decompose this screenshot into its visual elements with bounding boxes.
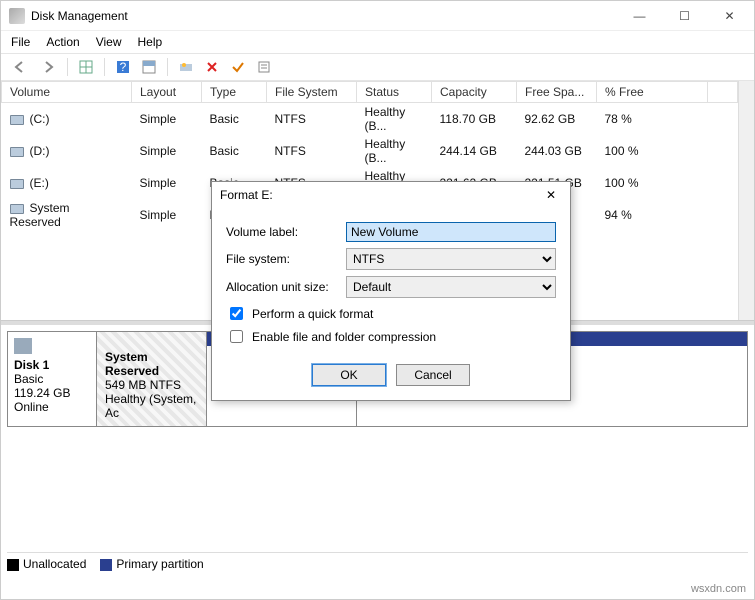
window-title: Disk Management bbox=[31, 9, 617, 23]
allocation-select[interactable]: Default bbox=[346, 276, 556, 298]
compression-label: Enable file and folder compression bbox=[252, 330, 436, 344]
allocation-lbl: Allocation unit size: bbox=[226, 280, 346, 294]
help-icon[interactable]: ? bbox=[111, 56, 135, 78]
col-type[interactable]: Type bbox=[202, 82, 267, 103]
disk-info-panel[interactable]: Disk 1 Basic 119.24 GB Online bbox=[7, 331, 97, 427]
toolbar: ? bbox=[1, 53, 754, 81]
volume-icon bbox=[10, 204, 24, 214]
menu-view[interactable]: View bbox=[96, 35, 122, 49]
menu-file[interactable]: File bbox=[11, 35, 30, 49]
volume-icon bbox=[10, 115, 24, 125]
col-blank[interactable] bbox=[708, 82, 738, 103]
layout-icon[interactable] bbox=[137, 56, 161, 78]
col-free[interactable]: Free Spa... bbox=[517, 82, 597, 103]
close-button[interactable]: ✕ bbox=[707, 2, 752, 30]
col-filesystem[interactable]: File System bbox=[267, 82, 357, 103]
cancel-button[interactable]: Cancel bbox=[396, 364, 470, 386]
file-system-select[interactable]: NTFS bbox=[346, 248, 556, 270]
file-system-lbl: File system: bbox=[226, 252, 346, 266]
col-volume[interactable]: Volume bbox=[2, 82, 132, 103]
vertical-scrollbar[interactable] bbox=[738, 81, 754, 320]
maximize-button[interactable]: ☐ bbox=[662, 2, 707, 30]
volume-label-input[interactable] bbox=[346, 222, 556, 242]
ok-button[interactable]: OK bbox=[312, 364, 386, 386]
menubar: File Action View Help bbox=[1, 31, 754, 53]
table-header[interactable]: Volume Layout Type File System Status Ca… bbox=[2, 82, 738, 103]
disk-type: Basic bbox=[14, 372, 90, 386]
format-dialog: Format E: ✕ Volume label: File system: N… bbox=[211, 181, 571, 401]
delete-icon[interactable] bbox=[200, 56, 224, 78]
disk-icon bbox=[14, 338, 32, 354]
table-row[interactable]: (D:)SimpleBasicNTFSHealthy (B...244.14 G… bbox=[2, 135, 738, 167]
col-status[interactable]: Status bbox=[357, 82, 432, 103]
col-layout[interactable]: Layout bbox=[132, 82, 202, 103]
svg-text:?: ? bbox=[120, 60, 127, 74]
volume-icon bbox=[10, 179, 24, 189]
minimize-button[interactable]: — bbox=[617, 2, 662, 30]
legend-primary: Primary partition bbox=[100, 557, 203, 571]
dialog-close-icon[interactable]: ✕ bbox=[540, 188, 562, 202]
forward-button[interactable] bbox=[35, 56, 61, 78]
disk-name: Disk 1 bbox=[14, 358, 90, 372]
properties-icon[interactable] bbox=[252, 56, 276, 78]
disk-size: 119.24 GB bbox=[14, 386, 90, 400]
dialog-title: Format E: bbox=[220, 188, 540, 202]
back-button[interactable] bbox=[7, 56, 33, 78]
check-icon[interactable] bbox=[226, 56, 250, 78]
watermark: wsxdn.com bbox=[691, 583, 746, 595]
compression-checkbox[interactable] bbox=[230, 330, 243, 343]
legend-unallocated: Unallocated bbox=[7, 557, 86, 571]
col-capacity[interactable]: Capacity bbox=[432, 82, 517, 103]
menu-help[interactable]: Help bbox=[138, 35, 163, 49]
part-title: System Reserved bbox=[105, 350, 198, 378]
part-status: Healthy (System, Ac bbox=[105, 392, 198, 420]
titlebar: Disk Management — ☐ ✕ bbox=[1, 1, 754, 31]
part-size: 549 MB NTFS bbox=[105, 378, 198, 392]
volume-label-lbl: Volume label: bbox=[226, 225, 346, 239]
settings-icon[interactable] bbox=[174, 56, 198, 78]
legend: Unallocated Primary partition bbox=[7, 552, 748, 571]
table-row[interactable]: (C:)SimpleBasicNTFSHealthy (B...118.70 G… bbox=[2, 103, 738, 136]
partition-system-reserved[interactable]: System Reserved 549 MB NTFS Healthy (Sys… bbox=[97, 332, 207, 426]
menu-action[interactable]: Action bbox=[46, 35, 79, 49]
app-icon bbox=[9, 8, 25, 24]
grid-icon[interactable] bbox=[74, 56, 98, 78]
col-pctfree[interactable]: % Free bbox=[597, 82, 708, 103]
quick-format-label: Perform a quick format bbox=[252, 307, 373, 321]
volume-icon bbox=[10, 147, 24, 157]
quick-format-checkbox[interactable] bbox=[230, 307, 243, 320]
disk-state: Online bbox=[14, 400, 90, 414]
